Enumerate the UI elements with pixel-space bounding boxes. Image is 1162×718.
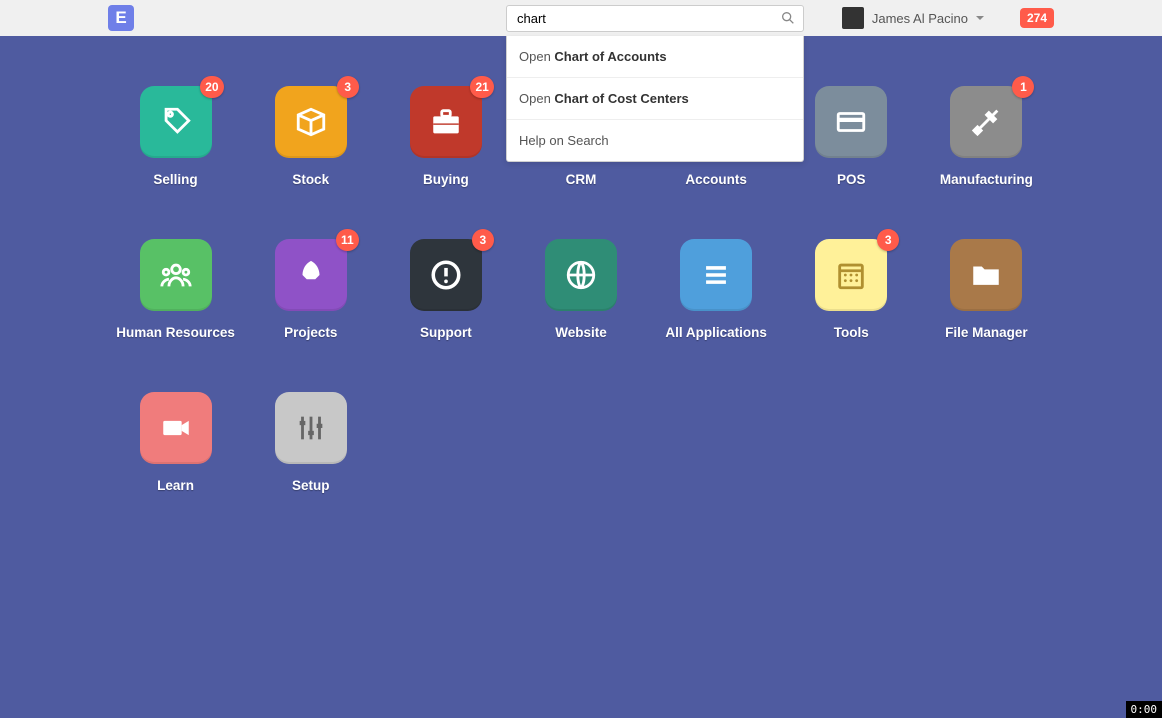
module-label: Human Resources: [116, 325, 235, 340]
chevron-down-icon: [976, 16, 984, 20]
module-projects[interactable]: 11 Projects: [252, 239, 370, 340]
search-suggestion[interactable]: Open Chart of Accounts: [507, 36, 803, 77]
module-support[interactable]: 3 Support: [387, 239, 505, 340]
module-tile: 21: [410, 86, 482, 158]
tag-icon: [159, 105, 193, 139]
module-tile: [815, 86, 887, 158]
module-label: All Applications: [665, 325, 767, 340]
suggestion-bold: Chart of Cost Centers: [554, 91, 688, 106]
module-setup[interactable]: Setup: [252, 392, 370, 493]
avatar: [842, 7, 864, 29]
suggestion-bold: Chart of Accounts: [554, 49, 666, 64]
module-tile: 20: [140, 86, 212, 158]
search-icon: [780, 10, 796, 26]
sliders-icon: [294, 411, 328, 445]
search-input[interactable]: [506, 5, 804, 32]
module-tile: 1: [950, 86, 1022, 158]
module-label: Learn: [157, 478, 194, 493]
alert-icon: [429, 258, 463, 292]
rocket-icon: [294, 258, 328, 292]
calendar-icon: [834, 258, 868, 292]
suggestion-prefix: Open: [519, 49, 554, 64]
module-label: File Manager: [945, 325, 1028, 340]
count-badge: 20: [200, 76, 223, 98]
module-label: Projects: [284, 325, 337, 340]
card-icon: [834, 105, 868, 139]
search-dropdown: Open Chart of AccountsOpen Chart of Cost…: [506, 36, 804, 162]
module-label: Setup: [292, 478, 330, 493]
people-icon: [159, 258, 193, 292]
module-all-applications[interactable]: All Applications: [657, 239, 775, 340]
app-logo[interactable]: E: [108, 5, 134, 31]
search-suggestion[interactable]: Help on Search: [507, 119, 803, 161]
module-manufacturing[interactable]: 1 Manufacturing: [927, 86, 1045, 187]
module-label: POS: [837, 172, 866, 187]
module-file-manager[interactable]: File Manager: [927, 239, 1045, 340]
user-name-label: James Al Pacino: [872, 11, 968, 26]
video-icon: [159, 411, 193, 445]
notification-badge[interactable]: 274: [1020, 8, 1054, 28]
count-badge: 21: [470, 76, 493, 98]
module-tile: [680, 239, 752, 311]
search-suggestion[interactable]: Open Chart of Cost Centers: [507, 77, 803, 119]
module-tile: [950, 239, 1022, 311]
module-label: CRM: [566, 172, 597, 187]
search-wrap: [506, 5, 804, 32]
box-icon: [294, 105, 328, 139]
module-label: Manufacturing: [940, 172, 1033, 187]
module-tile: [545, 239, 617, 311]
module-tile: 3: [275, 86, 347, 158]
module-tile: 11: [275, 239, 347, 311]
module-label: Buying: [423, 172, 469, 187]
module-label: Website: [555, 325, 607, 340]
module-learn[interactable]: Learn: [117, 392, 235, 493]
module-pos[interactable]: POS: [792, 86, 910, 187]
globe-icon: [564, 258, 598, 292]
count-badge: 3: [877, 229, 899, 251]
module-label: Tools: [834, 325, 869, 340]
count-badge: 3: [472, 229, 494, 251]
module-tools[interactable]: 3 Tools: [792, 239, 910, 340]
menu-icon: [699, 258, 733, 292]
briefcase-icon: [429, 105, 463, 139]
user-menu[interactable]: James Al Pacino: [842, 7, 984, 29]
tools-icon: [969, 105, 1003, 139]
module-website[interactable]: Website: [522, 239, 640, 340]
module-tile: 3: [410, 239, 482, 311]
count-badge: 3: [337, 76, 359, 98]
module-label: Selling: [153, 172, 197, 187]
count-badge: 1: [1012, 76, 1034, 98]
module-tile: 3: [815, 239, 887, 311]
module-selling[interactable]: 20 Selling: [117, 86, 235, 187]
topbar-right: James Al Pacino 274: [842, 0, 1054, 36]
folder-icon: [969, 258, 1003, 292]
topbar: E James Al Pacino 274: [0, 0, 1162, 36]
count-badge: 11: [336, 229, 359, 251]
suggestion-prefix: Open: [519, 91, 554, 106]
module-buying[interactable]: 21 Buying: [387, 86, 505, 187]
module-tile: [275, 392, 347, 464]
module-label: Support: [420, 325, 472, 340]
module-tile: [140, 392, 212, 464]
module-human-resources[interactable]: Human Resources: [117, 239, 235, 340]
module-stock[interactable]: 3 Stock: [252, 86, 370, 187]
module-label: Stock: [292, 172, 329, 187]
timer: 0:00: [1126, 701, 1162, 718]
module-label: Accounts: [685, 172, 747, 187]
module-tile: [140, 239, 212, 311]
suggestion-prefix: Help on Search: [519, 133, 609, 148]
